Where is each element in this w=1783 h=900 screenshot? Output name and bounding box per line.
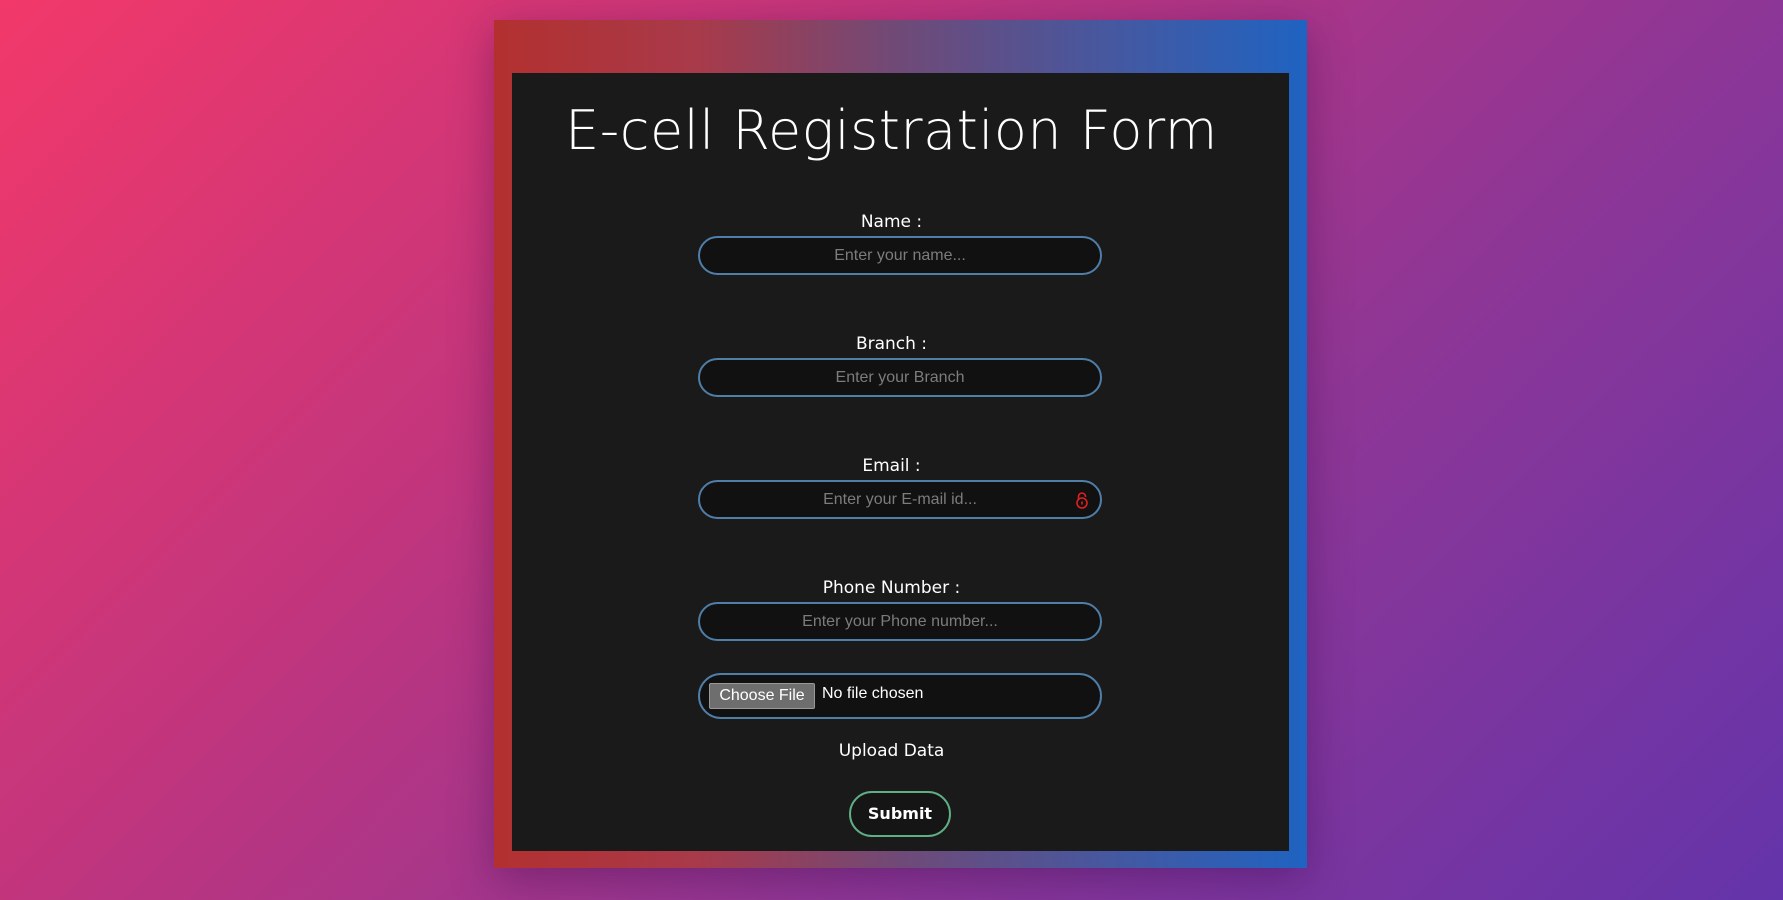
page-title: E-cell Registration Form — [565, 99, 1218, 162]
email-input[interactable] — [700, 482, 1100, 517]
file-upload-field: Choose File No file chosen — [698, 673, 1102, 719]
branch-label: Branch : — [855, 334, 928, 354]
phone-field-wrapper — [698, 602, 1102, 641]
file-status-text: No file chosen — [822, 685, 924, 702]
phone-label: Phone Number : — [822, 578, 961, 598]
submit-button[interactable]: Submit — [849, 791, 951, 837]
branch-input[interactable] — [700, 360, 1100, 395]
email-field-wrapper — [698, 480, 1102, 519]
upload-data-label: Upload Data — [838, 741, 945, 761]
name-label: Name : — [860, 212, 923, 232]
lock-icon — [1076, 492, 1088, 509]
name-input[interactable] — [700, 238, 1100, 273]
choose-file-button[interactable]: Choose File — [709, 683, 815, 709]
name-field-wrapper — [698, 236, 1102, 275]
branch-field-wrapper — [698, 358, 1102, 397]
phone-input[interactable] — [700, 604, 1100, 639]
email-label: Email : — [862, 456, 921, 476]
